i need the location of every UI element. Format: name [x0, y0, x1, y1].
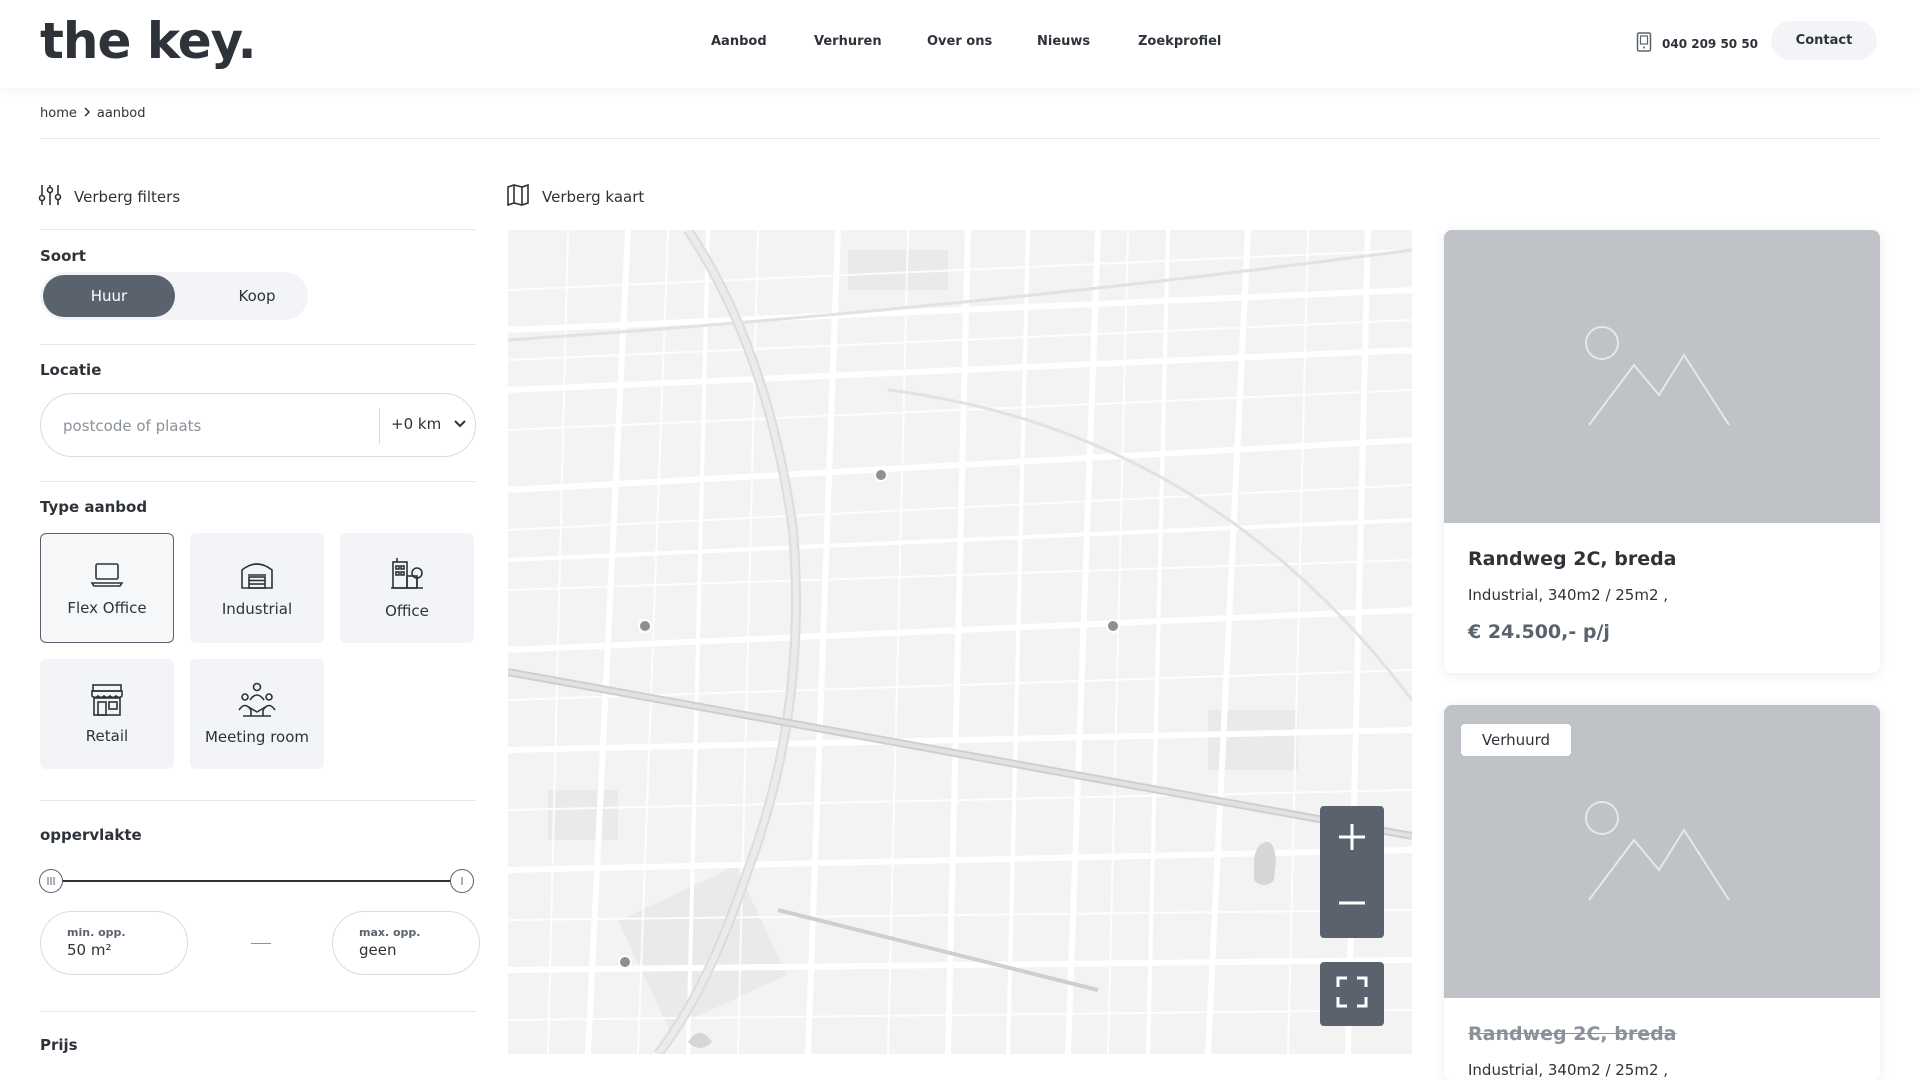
type-retail-tile[interactable]: Retail [40, 659, 174, 769]
listing-price: € 24.500,- p/j [1468, 621, 1610, 643]
nav-aanbod[interactable]: Aanbod [711, 34, 767, 49]
listing-image-placeholder [1444, 230, 1880, 523]
divider [379, 408, 380, 444]
fullscreen-icon [1336, 976, 1368, 1012]
area-range-slider[interactable] [50, 880, 462, 882]
prijs-label: Prijs [40, 1036, 78, 1054]
zoom-controls [1320, 806, 1384, 938]
area-max-field[interactable]: max. opp. geen [332, 911, 480, 975]
listing-image-placeholder: Verhuurd [1444, 705, 1880, 998]
divider [40, 344, 476, 345]
area-max-label: max. opp. [359, 926, 421, 939]
locatie-label: Locatie [40, 361, 102, 379]
site-logo[interactable]: the key. [40, 12, 257, 70]
hide-filters-label: Verberg filters [74, 188, 181, 206]
oppervlakte-label: oppervlakte [40, 826, 142, 844]
status-badge: Verhuurd [1461, 724, 1571, 756]
laptop-icon [90, 559, 124, 593]
map-icon [506, 183, 530, 210]
nav-zoekprofiel[interactable]: Zoekprofiel [1138, 34, 1221, 49]
soort-segmented-control: Huur Koop [40, 272, 308, 320]
warehouse-icon [239, 558, 275, 594]
listing-title: Randweg 2C, breda [1468, 548, 1677, 570]
listing-title: Randweg 2C, breda [1468, 1023, 1677, 1045]
hide-map-label: Verberg kaart [542, 188, 645, 206]
meeting-room-icon [237, 682, 277, 722]
divider [40, 229, 476, 230]
type-industrial-label: Industrial [221, 600, 293, 618]
zoom-out-button[interactable] [1320, 872, 1384, 938]
nav-over-ons[interactable]: Over ons [927, 34, 992, 49]
area-min-value: 50 m² [67, 941, 112, 959]
breadcrumb: home aanbod [40, 106, 146, 121]
area-max-value: geen [359, 941, 397, 959]
contact-button[interactable]: Contact [1771, 21, 1877, 60]
divider [40, 138, 1880, 139]
chevron-right-icon [83, 106, 91, 121]
type-aanbod-label: Type aanbod [40, 498, 148, 516]
area-min-label: min. opp. [67, 926, 126, 939]
type-meeting-room-tile[interactable]: Meeting room [190, 659, 324, 769]
radius-select[interactable]: +0 km [391, 415, 467, 433]
soort-koop-button[interactable]: Koop [211, 275, 303, 317]
listing-details: Industrial, 340m2 / 25m2 , [1468, 586, 1669, 604]
soort-label: Soort [40, 247, 86, 265]
divider [40, 1011, 476, 1012]
divider [40, 481, 476, 482]
listing-card[interactable]: Randweg 2C, breda Industrial, 340m2 / 25… [1444, 230, 1880, 673]
radius-value: +0 km [391, 415, 442, 433]
image-placeholder-icon [1584, 800, 1734, 909]
breadcrumb-current: aanbod [96, 106, 146, 121]
shop-icon [89, 683, 125, 721]
phone-number: 040 209 50 50 [1662, 36, 1759, 51]
type-meeting-room-label: Meeting room [204, 728, 310, 746]
image-placeholder-icon [1584, 325, 1734, 434]
map-view[interactable] [508, 230, 1412, 1054]
type-office-tile[interactable]: Office [340, 533, 474, 643]
minus-icon [1337, 888, 1367, 922]
listing-details: Industrial, 340m2 / 25m2 , [1468, 1061, 1669, 1079]
breadcrumb-home[interactable]: home [40, 106, 77, 121]
divider [40, 800, 476, 801]
nav-nieuws[interactable]: Nieuws [1037, 34, 1090, 49]
phone-link[interactable]: 040 209 50 50 [1636, 32, 1758, 55]
area-max-handle[interactable] [450, 869, 474, 893]
listing-card[interactable]: Verhuurd Randweg 2C, breda Industrial, 3… [1444, 705, 1880, 1080]
zoom-in-button[interactable] [1320, 806, 1384, 872]
range-separator [251, 943, 271, 944]
plus-icon [1337, 822, 1367, 856]
office-building-icon [389, 556, 425, 596]
chevron-down-icon [453, 415, 467, 433]
sliders-icon [38, 183, 62, 211]
type-flex-office-tile[interactable]: Flex Office [40, 533, 174, 643]
fullscreen-button[interactable] [1320, 962, 1384, 1026]
soort-huur-button[interactable]: Huur [43, 275, 175, 317]
location-field: +0 km [40, 393, 476, 457]
phone-icon [1636, 32, 1652, 55]
type-flex-office-label: Flex Office [67, 599, 147, 617]
type-office-label: Office [385, 602, 429, 620]
area-min-field[interactable]: min. opp. 50 m² [40, 911, 188, 975]
hide-map-toggle[interactable]: Verberg kaart [506, 183, 645, 210]
site-header: the key. Aanbod Verhuren Over ons Nieuws… [0, 0, 1920, 88]
type-industrial-tile[interactable]: Industrial [190, 533, 324, 643]
nav-verhuren[interactable]: Verhuren [814, 34, 882, 49]
location-input[interactable] [63, 414, 363, 438]
map-tiles [508, 230, 1412, 1054]
area-min-handle[interactable] [39, 869, 63, 893]
type-retail-label: Retail [85, 727, 129, 745]
hide-filters-toggle[interactable]: Verberg filters [38, 183, 180, 211]
